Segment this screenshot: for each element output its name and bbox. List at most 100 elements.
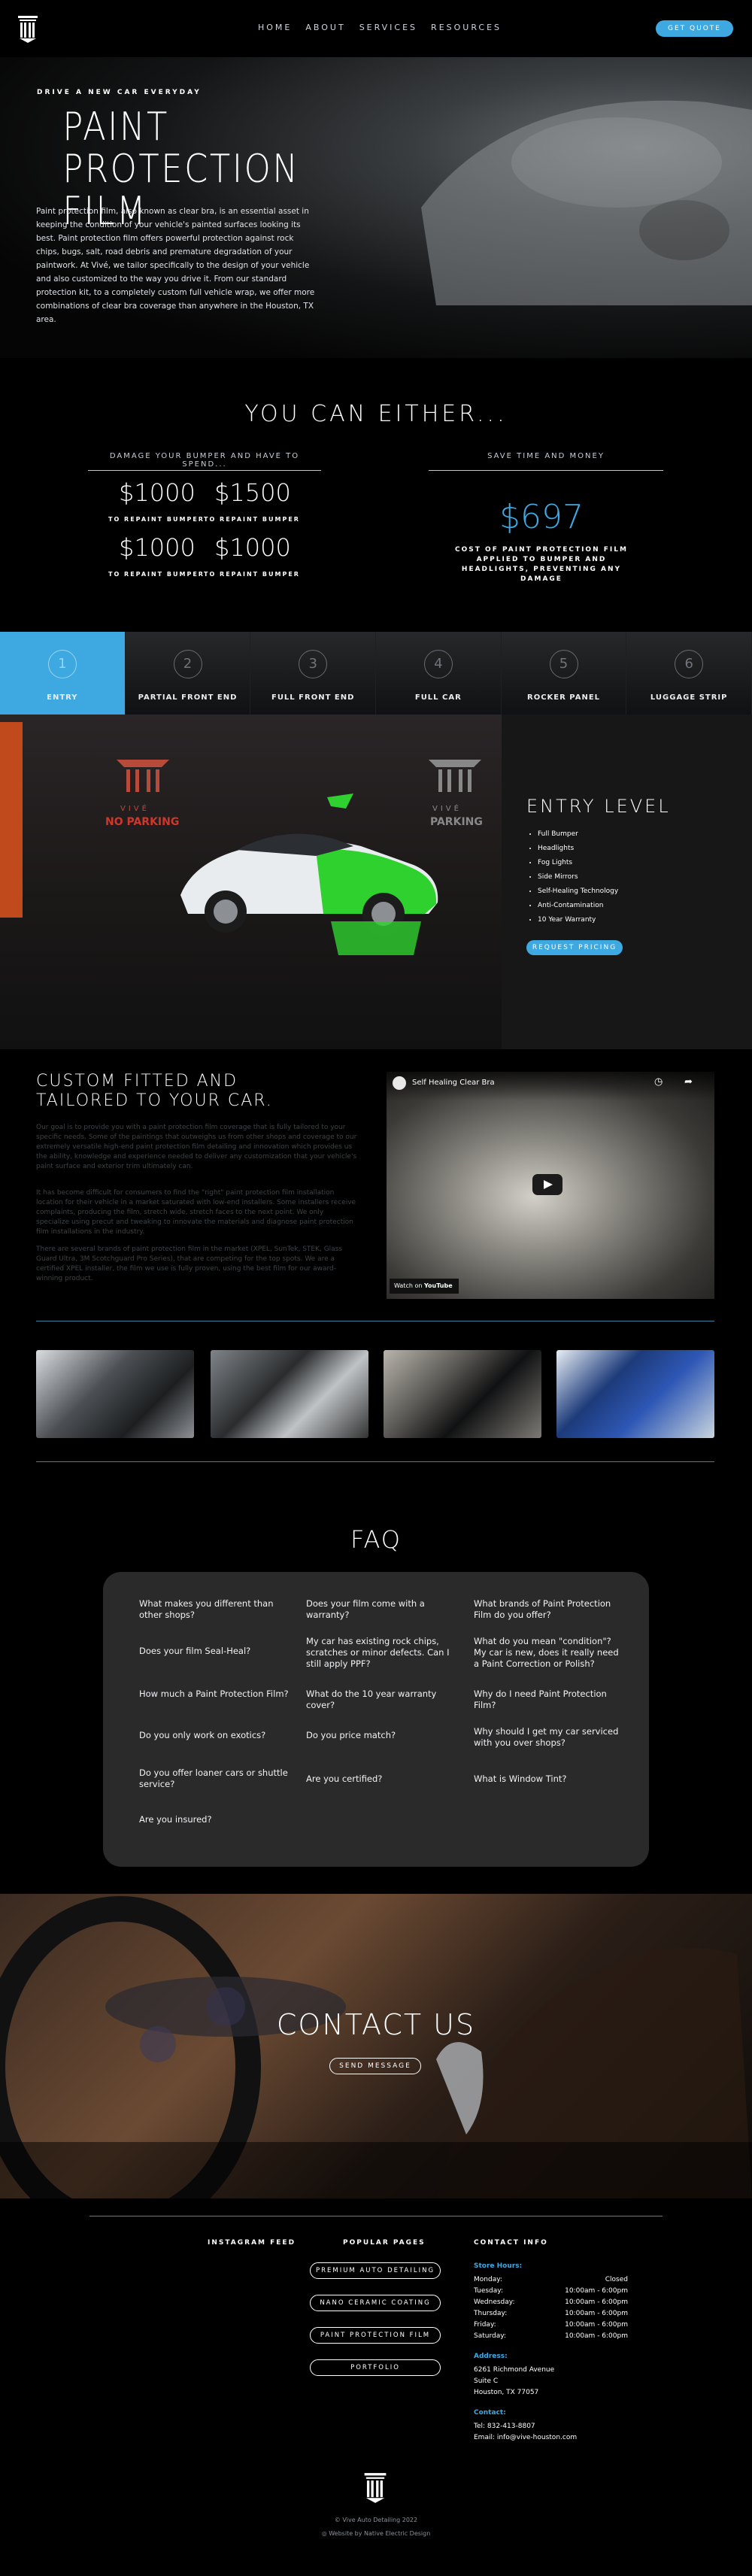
nav-about[interactable]: ABOUT <box>305 23 345 32</box>
custom-paragraph: It has become difficult for consumers to… <box>36 1189 356 1236</box>
faq-question[interactable]: How much a Paint Protection Film? <box>139 1689 290 1700</box>
tab-partial-front-end[interactable]: 2 PARTIAL FRONT END <box>125 632 251 715</box>
price-subtitle: TO REPAINT BUMPER <box>108 571 205 578</box>
popular-pages-heading: POPULAR PAGES <box>343 2239 426 2247</box>
gallery-image[interactable] <box>556 1350 714 1438</box>
tab-number: 5 <box>549 650 578 678</box>
gallery-image[interactable] <box>384 1350 541 1438</box>
list-item: Headlights <box>538 842 618 856</box>
faq-question[interactable]: Do you only work on exotics? <box>139 1730 290 1741</box>
time: Closed <box>605 2276 628 2283</box>
faq-question[interactable]: What do you mean "condition"? My car is … <box>474 1636 624 1670</box>
faq-question[interactable]: What is Window Tint? <box>474 1773 624 1785</box>
faq-question[interactable]: What do the 10 year warranty cover? <box>306 1689 456 1711</box>
tab-entry[interactable]: 1 ENTRY <box>0 632 126 715</box>
hero-kicker: DRIVE A NEW CAR EVERYDAY <box>37 89 202 96</box>
nav-home[interactable]: HOME <box>258 23 292 32</box>
footer-link-ceramic-coating[interactable]: NANO CERAMIC COATING <box>310 2295 441 2311</box>
share-icon[interactable]: ➦ <box>684 1076 693 1088</box>
divider <box>88 470 321 471</box>
tab-label: FULL CAR <box>414 693 462 702</box>
get-quote-button[interactable]: GET QUOTE <box>656 20 733 37</box>
either-heading: YOU CAN EITHER... <box>244 401 508 427</box>
hours-row: Wednesday: 10:00am - 6:00pm <box>474 2297 628 2308</box>
hero-description: Paint protection film, also known as cle… <box>36 207 315 324</box>
youtube-icon: YouTube <box>423 1282 453 1289</box>
request-pricing-button[interactable]: REQUEST PRICING <box>526 940 623 955</box>
tab-number: 2 <box>173 650 202 678</box>
video-title[interactable]: Self Healing Clear Bra <box>412 1079 495 1087</box>
tab-rocker-panel[interactable]: 5 ROCKER PANEL <box>501 632 627 715</box>
footer-link-ppf[interactable]: PAINT PROTECTION FILM <box>310 2327 441 2344</box>
faq-question[interactable]: Why do I need Paint Protection Film? <box>474 1689 624 1711</box>
address-label: Address: <box>474 2353 508 2360</box>
gallery-image[interactable] <box>211 1350 368 1438</box>
custom-paragraph: There are several brands of paint protec… <box>36 1246 343 1282</box>
contact-title: CONTACT US <box>276 2008 476 2041</box>
hours-row: Friday: 10:00am - 6:00pm <box>474 2320 628 2331</box>
address-line: 6261 Richmond Avenue <box>474 2366 555 2374</box>
website-credit[interactable]: ◎ Website by Native Electric Design <box>0 2530 752 2537</box>
faq-question[interactable]: My car has existing rock chips, scratche… <box>306 1636 456 1670</box>
tab-number: 4 <box>423 650 453 678</box>
faq-question[interactable]: What brands of Paint Protection Film do … <box>474 1598 624 1621</box>
tab-label: ROCKER PANEL <box>527 693 601 702</box>
garage-wall <box>0 722 23 918</box>
faq-question[interactable]: What makes you different than other shop… <box>139 1598 290 1621</box>
faq-question[interactable]: Do you price match? <box>306 1730 456 1741</box>
ppf-price-note: COST OF PAINT PROTECTION FILM APPLIED TO… <box>455 546 628 583</box>
tab-full-front-end[interactable]: 3 FULL FRONT END <box>250 632 377 715</box>
hero-car-image <box>421 100 752 305</box>
faq-question[interactable]: Does your film come with a warranty? <box>306 1598 456 1621</box>
tab-luggage-strip[interactable]: 6 LUGGAGE STRIP <box>626 632 752 715</box>
entry-level-section: VIVÉ NO PARKING VIVÉ PARKING <box>0 715 752 1049</box>
tab-number: 6 <box>675 650 704 678</box>
ppf-price: $697 <box>499 498 584 536</box>
damage-heading: DAMAGE YOUR BUMPER AND HAVE TO SPEND... <box>109 452 300 469</box>
save-heading: SAVE TIME AND MONEY <box>487 452 605 460</box>
nav-resources[interactable]: RESOURCES <box>431 23 502 32</box>
time: 10:00am - 6:00pm <box>565 2321 628 2329</box>
nav-services[interactable]: SERVICES <box>359 23 417 32</box>
phone-link[interactable]: Tel: 832-413-8807 <box>474 2421 535 2432</box>
tab-label: PARTIAL FRONT END <box>138 693 238 702</box>
price-amount: $1500 <box>214 478 291 507</box>
contact-info-heading: CONTACT INFO <box>474 2239 548 2247</box>
faq-question[interactable]: Does your film Seal-Heal? <box>139 1646 290 1657</box>
tab-label: FULL FRONT END <box>271 693 355 702</box>
footer-link-portfolio[interactable]: PORTFOLIO <box>310 2359 441 2376</box>
list-item: Fog Lights <box>538 856 618 870</box>
list-item: Anti-Contamination <box>538 899 618 913</box>
gallery-image[interactable] <box>36 1350 194 1438</box>
faq-question[interactable]: Why should I get my car serviced with yo… <box>474 1726 624 1749</box>
instagram-feed-heading: INSTAGRAM FEED <box>208 2239 296 2247</box>
store-hours: Monday: Closed Tuesday: 10:00am - 6:00pm W… <box>474 2274 628 2342</box>
tab-label: ENTRY <box>47 693 78 702</box>
send-message-button[interactable]: SEND MESSAGE <box>329 2058 421 2074</box>
watch-on-youtube[interactable]: Watch on YouTube <box>390 1279 459 1294</box>
faq-question[interactable]: Are you certified? <box>306 1773 456 1785</box>
divider <box>429 470 663 471</box>
hours-row: Thursday: 10:00am - 6:00pm <box>474 2308 628 2320</box>
faq-question[interactable]: Are you insured? <box>139 1814 290 1825</box>
time: 10:00am - 6:00pm <box>565 2298 628 2306</box>
vive-logo-icon[interactable] <box>17 15 39 44</box>
price-subtitle: TO REPAINT BUMPER <box>204 516 300 523</box>
copyright: © Vive Auto Detailing 2022 <box>334 2517 418 2523</box>
footer-link-auto-detailing[interactable]: PREMIUM AUTO DETAILING <box>310 2262 441 2279</box>
price-amount: $1000 <box>214 533 291 562</box>
play-icon[interactable] <box>532 1174 562 1195</box>
day: Friday: <box>474 2321 496 2329</box>
faq-question[interactable]: Do you offer loaner cars or shuttle serv… <box>139 1767 290 1790</box>
vive-sign-icon <box>117 760 169 792</box>
package-tabs: 1 ENTRY 2 PARTIAL FRONT END 3 FULL FRONT EN… <box>0 632 752 715</box>
tab-full-car[interactable]: 4 FULL CAR <box>376 632 502 715</box>
vive-logo-icon[interactable] <box>362 2472 388 2504</box>
price-subtitle: TO REPAINT BUMPER <box>108 516 205 523</box>
list-item: Full Bumper <box>538 827 618 842</box>
channel-avatar[interactable] <box>393 1076 406 1090</box>
store-hours-label: Store Hours: <box>474 2262 523 2270</box>
email-link[interactable]: Email: info@vive-houston.com <box>474 2432 577 2444</box>
clock-icon[interactable]: ◷ <box>654 1076 663 1088</box>
tesla-car-illustration <box>180 793 438 955</box>
